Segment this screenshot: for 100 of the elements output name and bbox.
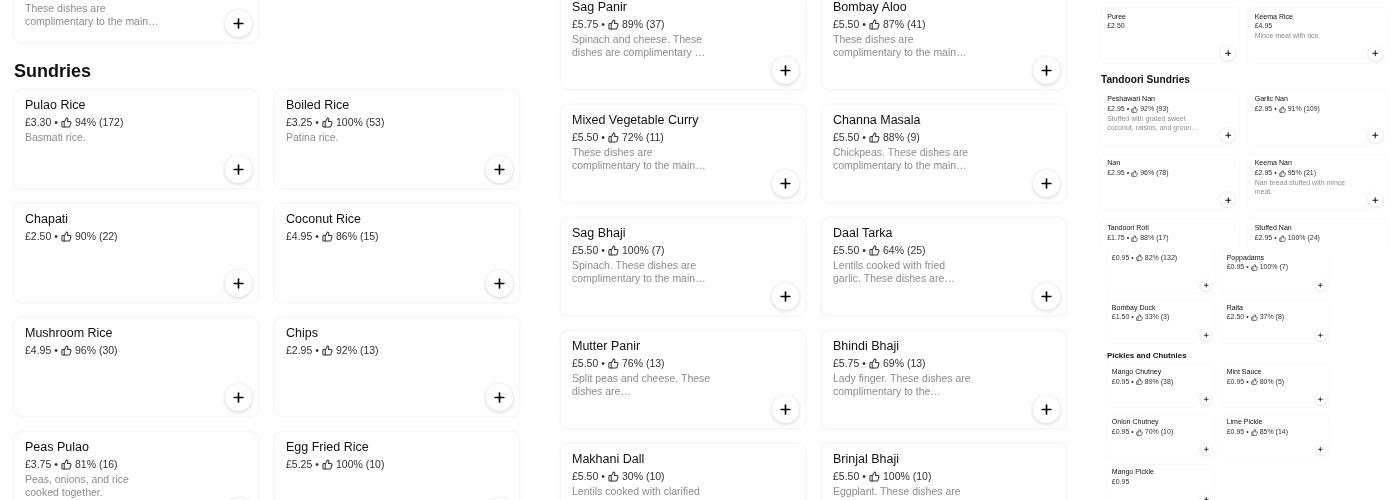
item-rating: 88% (9) [882,130,920,144]
item-rating: 100% (7) [621,243,665,257]
thumbs-up-icon [1250,314,1258,322]
item-title: Chips [286,326,319,342]
thumbs-up-icon [60,116,72,128]
bullet-separator: • [601,243,605,257]
plus-icon [1223,131,1233,140]
thumbs-up-icon [1250,264,1258,271]
thumbs-up-icon [321,458,333,470]
bullet-separator: • [862,356,866,370]
item-price: £5.50 [572,243,599,257]
plus-icon [778,402,793,417]
item-rating: 100% (53) [335,115,385,129]
item-title: Makhani Dall [572,452,646,468]
item-rating: 87% (41) [882,17,926,31]
plus-icon [1317,331,1324,339]
thumbs-up-icon [868,244,880,256]
item-price: £5.25 [286,457,313,471]
item-title: Mixed Vegetable Curry [572,113,700,129]
plus-icon [1317,446,1324,453]
item-title: Chapati [25,212,70,228]
item-description: Patina rice. [286,130,340,144]
item-title: Sag Bhaji [572,226,627,242]
thumbs-up-icon [321,230,333,242]
item-title: Sag Panir [572,0,628,16]
thumbs-up-icon [1131,234,1139,242]
item-rating: 96% (30) [74,343,118,357]
bullet-separator: • [54,457,58,471]
item-description: Lentils cooked with clarified [572,484,701,498]
item-price: £5.50 [833,130,860,144]
thumbs-up-icon [1135,428,1143,436]
plus-icon [1371,195,1380,204]
plus-icon [492,390,507,405]
item-price: £3.75 [25,457,52,471]
thumbs-up-icon [1250,428,1258,436]
item-price: £2.50 [25,229,52,243]
bullet-separator: • [862,130,866,144]
thumbs-up-icon [868,357,880,369]
thumbs-up-icon [868,470,880,482]
bullet-separator: • [601,469,605,483]
thumbs-up-icon [1135,314,1143,322]
bullet-separator: • [601,356,605,370]
thumbs-up-icon [607,470,619,482]
bullet-separator: • [601,17,605,31]
item-description: Split peas and cheese. These dishes are… [572,371,712,398]
item-rating: 86% (15) [335,229,379,243]
plus-icon [231,16,246,31]
plus-icon [1202,496,1210,500]
bullet-separator: • [315,457,319,471]
section-heading: Tandoori Sundries [1101,73,1191,86]
thumbs-up-icon [607,244,619,256]
bullet-separator: • [54,229,58,243]
item-price: £5.50 [833,243,860,257]
thumbs-up-icon [60,458,72,470]
plus-icon [1202,396,1210,403]
thumbs-up-icon [1131,170,1139,178]
bullet-separator: • [315,229,319,243]
item-description: Lentils cooked with fried garlic. These dishes are… [833,258,956,285]
plus-icon [231,162,246,177]
item-rating: 81% (16) [74,457,118,471]
item-price: £5.50 [572,469,599,483]
item-price: £5.75 [572,17,599,31]
item-price: £3.25 [286,115,313,129]
plus-icon [1223,195,1233,204]
item-description: These dishes are complimentary to the main… [833,32,968,59]
bullet-separator: • [862,17,866,31]
item-title: Pulao Rice [25,98,87,114]
section-heading: Sundries [14,60,93,82]
bullet-separator: • [315,115,319,129]
item-price: £5.50 [833,469,860,483]
item-title: Brinjal Bhaji [833,452,900,468]
plus-icon [1202,281,1210,289]
plus-icon [1039,402,1054,417]
thumbs-up-icon [1250,378,1258,386]
thumbs-up-icon [607,357,619,369]
item-price: £5.50 [572,130,599,144]
item-title: Channa Masala [833,113,922,129]
bullet-separator: • [601,130,605,144]
thumbs-up-icon [1278,170,1286,178]
thumbs-up-icon [607,18,619,30]
item-rating: 89% (37) [621,17,665,31]
plus-icon [492,162,507,177]
item-rating: 72% (11) [621,130,664,144]
item-description: Spinach. These dishes are complimentary to the main… [572,258,707,285]
item-description: Spinach and cheese. These dishes are complimentary … [572,32,707,59]
thumbs-up-icon [868,131,880,143]
thumbs-up-icon [868,18,880,30]
plus-icon [1039,63,1054,78]
item-price: £3.30 [25,115,52,129]
bullet-separator: • [54,343,58,357]
item-rating: 94% (172) [74,115,124,129]
item-title: Bhindi Bhaji [833,339,900,355]
item-description: Basmati rice. [25,130,87,144]
bullet-separator: • [862,469,866,483]
item-rating: 90% (22) [74,229,118,243]
item-price: £4.95 [25,343,52,357]
item-rating: 69% (13) [882,356,926,370]
item-description: These dishes are complimentary to the main… [25,1,160,28]
item-description: Chickpeas. These dishes are complimentary to the main… [833,145,970,172]
item-price: £5.50 [833,17,860,31]
